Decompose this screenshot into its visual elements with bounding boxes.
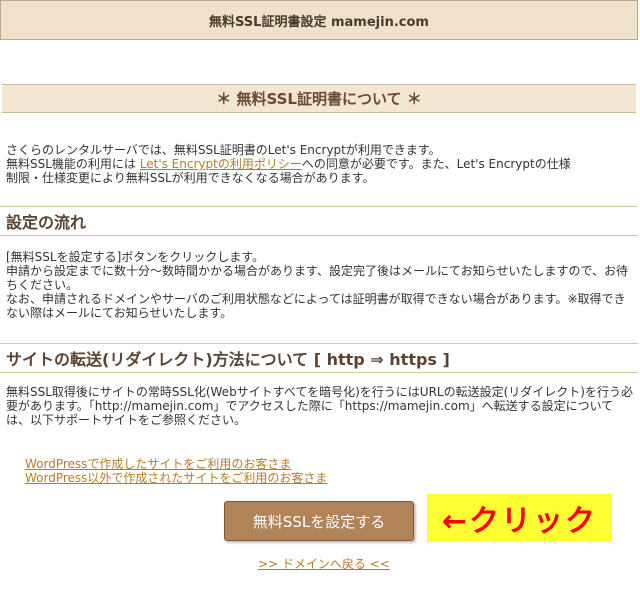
flow-text: [無料SSLを設定する]ボタンをクリックします。 申請から設定までに数十分～数時… bbox=[6, 250, 634, 320]
support-links: WordPressで作成したサイトをご利用のお客さま WordPress以外で作… bbox=[25, 457, 327, 485]
flow-line-2: 申請から設定までに数十分～数時間かかる場合があります、設定完了後はメールにてお知… bbox=[6, 264, 628, 292]
flow-line-3: なお、申請されるドメインやサーバのご利用状態などによっては証明書が取得できない場… bbox=[6, 292, 626, 320]
page-title: 無料SSL証明書設定 mamejin.com bbox=[209, 14, 429, 30]
set-free-ssl-button[interactable]: 無料SSLを設定する bbox=[224, 501, 414, 541]
flow-line-1: [無料SSLを設定する]ボタンをクリックします。 bbox=[6, 250, 265, 264]
wordpress-support-link[interactable]: WordPressで作成したサイトをご利用のお客さま bbox=[25, 457, 327, 471]
click-annotation: ←クリック bbox=[427, 494, 612, 542]
page-header: 無料SSL証明書設定 mamejin.com bbox=[0, 0, 638, 40]
about-line-2-post: への同意が必要です。また、Let's Encryptの仕様 bbox=[301, 157, 571, 171]
non-wordpress-support-link[interactable]: WordPress以外で作成されたサイトをご利用のお客さま bbox=[25, 471, 327, 485]
about-line-2: 無料SSL機能の利用には Let's Encryptの利用ポリシーへの同意が必要… bbox=[6, 157, 634, 171]
about-line-3: 制限・仕様変更により無料SSLが利用できなくなる場合があります。 bbox=[6, 171, 375, 185]
about-line-1: さくらのレンタルサーバでは、無料SSL証明書のLet's Encryptが利用で… bbox=[6, 143, 441, 157]
lets-encrypt-policy-link[interactable]: Let's Encryptの利用ポリシー bbox=[140, 157, 302, 171]
about-text: さくらのレンタルサーバでは、無料SSL証明書のLet's Encryptが利用で… bbox=[6, 143, 634, 185]
redirect-heading: サイトの転送(リダイレクト)方法について [ http ⇒ https ] bbox=[0, 343, 638, 373]
flow-heading: 設定の流れ bbox=[0, 206, 638, 236]
back-to-domain-link[interactable]: >> ドメインへ戻る << bbox=[258, 555, 390, 572]
about-section-title: ＊ 無料SSL証明書について ＊ bbox=[2, 84, 636, 113]
about-line-2-pre: 無料SSL機能の利用には bbox=[6, 157, 140, 171]
about-title-text: ＊ 無料SSL証明書について ＊ bbox=[216, 90, 422, 108]
flow-heading-text: 設定の流れ bbox=[6, 213, 87, 232]
redirect-text: 無料SSL取得後にサイトの常時SSL化(Webサイトすべてを暗号化)を行うにはU… bbox=[6, 385, 633, 427]
click-annotation-text: ←クリック bbox=[441, 504, 598, 539]
redirect-heading-text: サイトの転送(リダイレクト)方法について [ http ⇒ https ] bbox=[6, 350, 450, 369]
